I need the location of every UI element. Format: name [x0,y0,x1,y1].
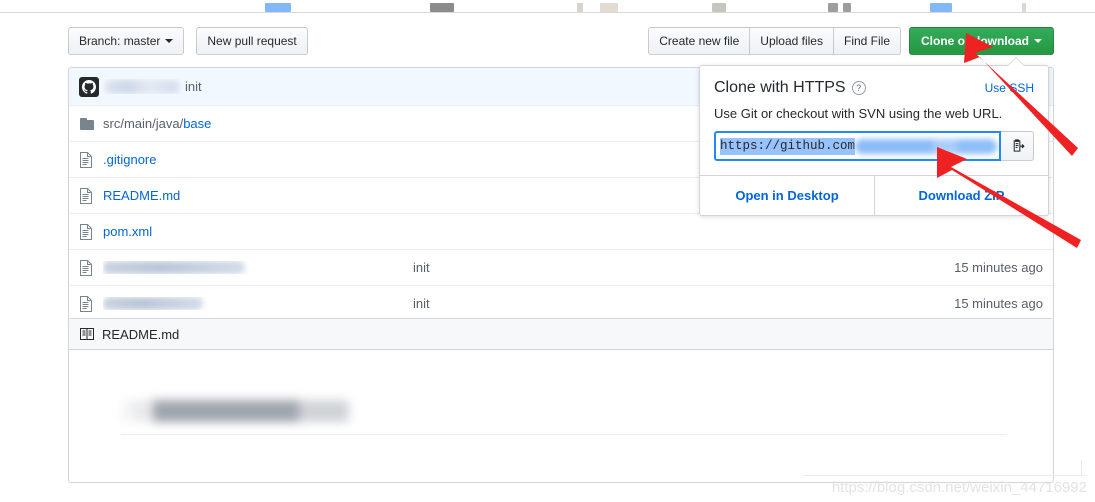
file-icon [79,295,103,312]
github-avatar-icon [79,76,99,97]
latest-commit-author: init [103,79,202,94]
watermark-tick [1081,460,1082,476]
file-name-cell[interactable]: src/main/java/base [103,116,413,131]
open-in-desktop-link[interactable]: Open in Desktop [700,176,874,215]
file-name-cell[interactable] [103,261,413,274]
use-ssh-link[interactable]: Use SSH [985,81,1034,95]
file-name-cell[interactable]: .gitignore [103,152,413,167]
readme-heading-rule [121,434,1006,435]
commit-message-cell: init [413,260,430,275]
readme-container: README.md [68,318,1054,483]
blurred-file-name [103,261,245,274]
file-name-cell[interactable]: pom.xml [103,224,413,239]
book-icon [79,326,95,342]
create-new-file-button[interactable]: Create new file [648,27,750,55]
new-pull-request-label: New pull request [207,34,297,48]
commit-message-cell: init [413,296,430,311]
new-pull-request-button[interactable]: New pull request [196,27,308,55]
blurred-author-name [105,79,179,94]
file-icon [79,187,103,204]
clone-or-download-label: Clone or download [921,34,1029,48]
clone-panel-body: Clone with HTTPS ? Use SSH Use Git or ch… [700,66,1048,175]
readme-body [69,350,1053,435]
toolbar-right-group: Create new file Upload files Find File C… [648,27,1054,55]
clipboard-copy-icon [1010,138,1025,154]
repository-toolbar: Branch: master New pull request Create n… [68,27,1054,55]
table-row[interactable]: init 15 minutes ago [69,285,1053,321]
toolbar-left-group: Branch: master New pull request [68,27,308,55]
table-row[interactable]: init 15 minutes ago [69,249,1053,285]
clone-title-row: Clone with HTTPS ? Use SSH [714,79,1034,97]
folder-name-link[interactable]: base [183,116,211,131]
file-icon [79,259,103,276]
chevron-down-icon [1034,39,1042,43]
file-name-cell[interactable] [103,297,413,310]
top-navigation-strip [0,0,1095,13]
clone-or-download-button[interactable]: Clone or download [909,27,1054,55]
commit-age-cell: 15 minutes ago [954,260,1043,275]
watermark-rule [802,475,1087,476]
nav-ghost-item [712,3,726,12]
file-name-cell[interactable]: README.md [103,188,413,203]
folder-path-prefix: src/main/java/ [103,116,184,131]
branch-select-label: Branch: master [79,34,161,48]
watermark-text: https://blog.csdn.net/weixin_44716992 [831,479,1087,496]
commit-author-avatar-cell [79,76,103,97]
nav-ghost-item [600,3,618,12]
readme-header: README.md [69,319,1053,350]
latest-commit-message: init [185,79,202,94]
create-new-file-label: Create new file [659,34,740,48]
file-actions-group: Create new file Upload files Find File [648,27,901,55]
readme-title: README.md [102,326,180,342]
commit-age-cell: 15 minutes ago [954,296,1043,311]
blurred-readme-heading [121,400,349,422]
branch-select-button[interactable]: Branch: master [68,27,185,55]
folder-icon [79,116,103,132]
nav-ghost-item [828,3,838,12]
blurred-file-name [103,297,203,310]
file-name-link[interactable]: .gitignore [103,152,156,167]
file-icon [79,151,103,168]
chevron-down-icon [165,39,174,43]
find-file-label: Find File [843,34,890,48]
clone-dropdown-panel: Clone with HTTPS ? Use SSH Use Git or ch… [699,57,1049,216]
clone-panel-title: Clone with HTTPS [714,79,846,96]
copy-url-button[interactable] [1001,131,1034,161]
clone-panel-footer: Open in Desktop Download ZIP [700,175,1048,215]
file-icon [79,223,103,240]
dropdown-pointer-fill [1008,58,1024,66]
nav-ghost-item [843,3,851,12]
clone-url-value: https://github.com [720,137,856,155]
clone-panel-description: Use Git or checkout with SVN using the w… [714,106,1003,121]
find-file-button[interactable]: Find File [832,27,901,55]
upload-files-button[interactable]: Upload files [749,27,833,55]
upload-files-label: Upload files [760,34,823,48]
clone-url-row: https://github.com [714,131,1034,161]
nav-ghost-item [430,3,454,12]
github-repository-page: Branch: master New pull request Create n… [0,0,1095,502]
download-zip-link[interactable]: Download ZIP [874,176,1048,215]
table-row[interactable]: pom.xml [69,213,1053,249]
file-name-link[interactable]: README.md [103,188,180,203]
nav-ghost-item [930,3,952,12]
file-name-link[interactable]: pom.xml [103,224,152,239]
clone-url-input[interactable]: https://github.com [714,131,1002,161]
nav-ghost-item [1022,3,1026,12]
nav-ghost-item [265,3,291,12]
question-mark-icon[interactable]: ? [851,81,866,95]
blurred-repo-path [855,138,998,154]
nav-ghost-item [577,3,583,12]
